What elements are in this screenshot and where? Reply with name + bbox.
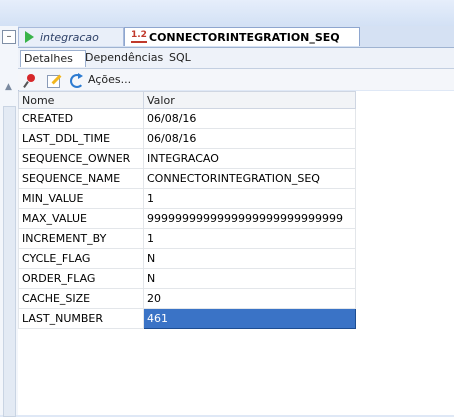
tab-label: integracao (40, 30, 99, 44)
column-header-name[interactable]: Nome (18, 91, 144, 109)
sequence-icon: 1.2 (131, 31, 147, 43)
details-grid: Nome Valor CREATED 06/08/16 LAST_DDL_TIME 0… (18, 91, 454, 415)
top-strip (0, 0, 454, 26)
property-value-cell[interactable]: N (143, 268, 356, 289)
table-row[interactable]: ORDER_FLAG N (18, 268, 356, 289)
property-value-cell[interactable]: 06/08/16 (143, 128, 356, 149)
property-name-cell[interactable]: SEQUENCE_OWNER (18, 148, 144, 169)
left-panel: – ▲ (0, 26, 19, 417)
property-value-cell[interactable]: 1 (143, 188, 356, 209)
property-name-cell[interactable]: CACHE_SIZE (18, 288, 144, 309)
table-row[interactable]: CYCLE_FLAG N (18, 248, 356, 269)
tab-connectorintegration-seq[interactable]: 1.2 CONNECTORINTEGRATION_SEQ (124, 27, 360, 46)
table-row[interactable]: SEQUENCE_NAME CONNECTORINTEGRATION_SEQ (18, 168, 356, 189)
properties-table: Nome Valor CREATED 06/08/16 LAST_DDL_TIME 0… (18, 91, 356, 329)
table-row[interactable]: SEQUENCE_OWNER INTEGRACAO (18, 148, 356, 169)
header-row: Nome Valor (18, 91, 356, 109)
property-name-cell[interactable]: LAST_NUMBER (18, 308, 144, 329)
minimize-button[interactable]: – (2, 30, 16, 44)
tab-sql[interactable]: SQL (166, 50, 194, 66)
property-name-cell[interactable]: CREATED (18, 108, 144, 129)
property-value-cell[interactable]: 06/08/16 (143, 108, 356, 129)
edit-icon[interactable] (46, 72, 62, 88)
table-row[interactable]: INCREMENT_BY 1 (18, 228, 356, 249)
actions-menu[interactable]: Ações... (88, 73, 131, 86)
table-row[interactable]: CACHE_SIZE 20 (18, 288, 356, 309)
table-row[interactable]: LAST_DDL_TIME 06/08/16 (18, 128, 356, 149)
scroll-up-icon[interactable]: ▲ (3, 82, 14, 93)
toolbar: Ações... (18, 69, 454, 90)
property-name-cell[interactable]: MIN_VALUE (18, 188, 144, 209)
table-row[interactable]: LAST_NUMBER 461 (18, 308, 356, 329)
property-value-cell[interactable]: 20 (143, 288, 356, 309)
column-header-value[interactable]: Valor (143, 91, 356, 109)
tab-dependencias[interactable]: Dependências (82, 50, 166, 66)
document-tabs: integracao 1.2 CONNECTORINTEGRATION_SEQ (18, 26, 454, 48)
property-value-cell[interactable]: 1 (143, 228, 356, 249)
table-row[interactable]: MIN_VALUE 1 (18, 188, 356, 209)
property-value-cell[interactable]: 461 (143, 308, 356, 329)
table-row[interactable]: MAX_VALUE 9999999999999999999999999999 (18, 208, 356, 229)
property-value-cell[interactable]: CONNECTORINTEGRATION_SEQ (143, 168, 356, 189)
refresh-icon[interactable] (68, 72, 84, 88)
table-row[interactable]: CREATED 06/08/16 (18, 108, 356, 129)
play-icon (25, 31, 34, 43)
tab-detalhes[interactable]: Detalhes (20, 50, 86, 67)
property-name-cell[interactable]: LAST_DDL_TIME (18, 128, 144, 149)
sub-tabs: Detalhes Dependências SQL (18, 48, 454, 69)
tab-integracao[interactable]: integracao (18, 27, 124, 46)
property-value-cell[interactable]: 9999999999999999999999999999 (143, 208, 356, 229)
property-value-cell[interactable]: INTEGRACAO (143, 148, 356, 169)
property-value-cell[interactable]: N (143, 248, 356, 269)
property-name-cell[interactable]: CYCLE_FLAG (18, 248, 144, 269)
pin-icon[interactable] (24, 72, 40, 88)
property-name-cell[interactable]: INCREMENT_BY (18, 228, 144, 249)
tab-label: CONNECTORINTEGRATION_SEQ (149, 30, 340, 44)
left-scrollbar[interactable] (3, 106, 16, 417)
property-name-cell[interactable]: ORDER_FLAG (18, 268, 144, 289)
property-name-cell[interactable]: MAX_VALUE (18, 208, 144, 229)
property-name-cell[interactable]: SEQUENCE_NAME (18, 168, 144, 189)
